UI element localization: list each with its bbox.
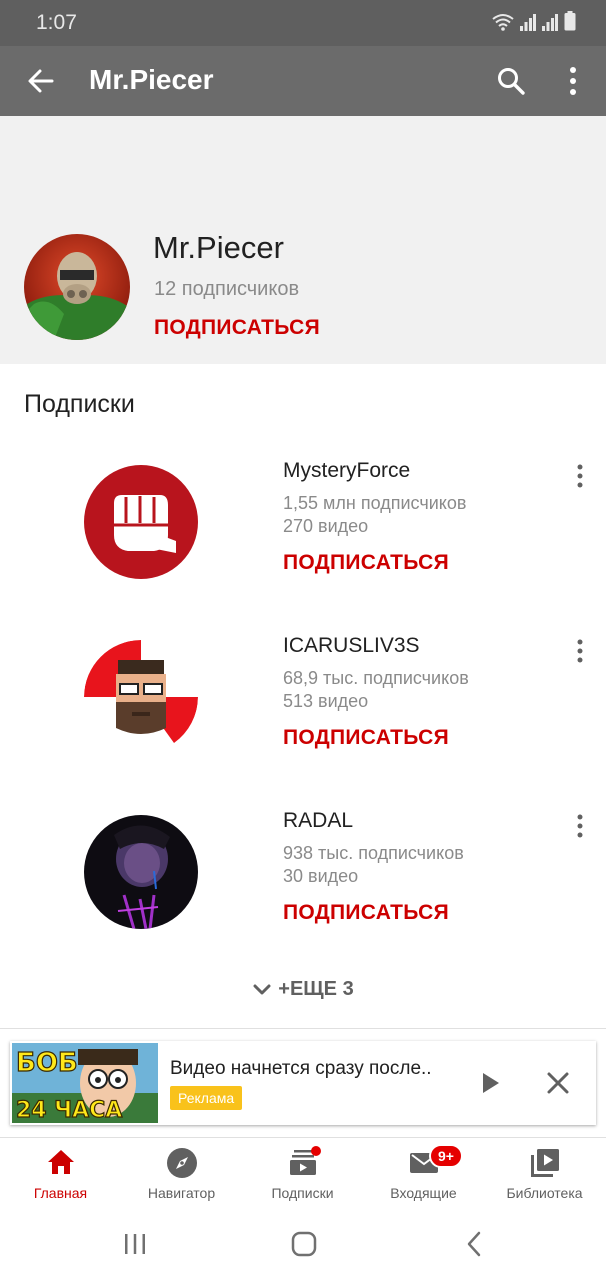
home-icon [47,1150,74,1174]
nav-label: Входящие [390,1185,457,1201]
wifi-icon [492,14,514,31]
new-content-dot [311,1146,321,1156]
inbox-badge: 9+ [429,1144,463,1168]
library-icon [530,1149,559,1177]
nav-item-subscriptions[interactable]: Подписки [242,1138,363,1208]
subscribe-button[interactable]: ПОДПИСАТЬСЯ [283,551,449,575]
chevron-down-icon [253,984,271,994]
recent-apps-icon[interactable] [122,1230,148,1258]
more-vert-icon[interactable] [570,636,590,666]
subscription-item[interactable]: RADAL 938 тыс. подписчиков 30 видео ПОДП… [0,797,606,967]
subscriptions-section-title: Подписки [24,390,135,418]
close-icon[interactable] [546,1071,570,1095]
channel-name: ICARUSLIV3S [283,634,420,657]
nav-item-library[interactable]: Библиотека [484,1138,605,1208]
battery-icon [564,11,576,31]
icaruslives-avatar[interactable] [84,640,198,754]
ad-title: Видео начнется сразу после.. [170,1058,432,1079]
subscribe-button[interactable]: ПОДПИСАТЬСЯ [283,726,449,750]
nav-label: Библиотека [506,1185,583,1201]
compass-icon [166,1148,197,1178]
search-icon[interactable] [496,66,526,96]
home-button-icon[interactable] [290,1230,318,1258]
divider [0,1028,606,1029]
ad-badge: Реклама [170,1086,243,1110]
bottom-navigation: Главная Навигатор Подписки 9+ Входящие Б… [0,1137,606,1207]
nav-label: Навигатор [147,1185,216,1201]
channel-name: MysteryForce [283,459,411,482]
signal-icon-2 [542,14,558,31]
ad-thumb-text-top: БОБ [16,1048,78,1078]
nav-item-inbox[interactable]: 9+ Входящие [363,1138,484,1208]
show-more-button[interactable]: +ЕЩЕ 3 [0,978,606,1012]
status-bar: 1:07 [0,0,606,46]
app-bar: Mr.Piecer [0,46,606,116]
subscriber-count: 938 тыс. подписчиков [283,843,464,863]
video-count: 270 видео [283,516,369,536]
channel-subscriber-count: 12 подписчиков [154,278,300,300]
video-count: 30 видео [283,866,359,886]
ad-miniplayer[interactable]: БОБ 24 ЧАСА Видео начнется сразу после..… [10,1041,596,1125]
subscriber-count: 68,9 тыс. подписчиков [283,668,469,688]
ad-thumbnail[interactable]: БОБ 24 ЧАСА [12,1043,158,1123]
radal-avatar[interactable] [84,815,198,929]
page-title: Mr.Piecer [89,64,214,95]
nav-item-home[interactable]: Главная [0,1138,121,1208]
subscription-item[interactable]: ICARUSLIV3S 68,9 тыс. подписчиков 513 ви… [0,622,606,792]
nav-label: Подписки [271,1185,334,1201]
back-arrow-icon[interactable] [26,66,56,96]
channel-name: Mr.Piecer [153,230,284,265]
channel-name: RADAL [283,809,354,832]
more-vert-icon[interactable] [570,811,590,841]
nav-item-explore[interactable]: Навигатор [121,1138,242,1208]
more-vert-icon[interactable] [560,66,586,96]
channel-subscribe-button[interactable]: ПОДПИСАТЬСЯ [154,316,320,340]
play-icon[interactable] [478,1071,502,1095]
show-more-label: +ЕЩЕ 3 [278,978,354,1000]
system-navigation-bar [0,1208,606,1280]
signal-icon [520,14,536,31]
subscribe-button[interactable]: ПОДПИСАТЬСЯ [283,901,449,925]
mysteryforce-avatar[interactable] [84,465,198,579]
channel-avatar[interactable] [24,234,130,340]
status-icons [492,11,576,31]
more-vert-icon[interactable] [570,461,590,491]
status-time: 1:07 [36,11,77,34]
back-nav-icon[interactable] [462,1230,486,1258]
subscription-item[interactable]: MysteryForce 1,55 млн подписчиков 270 ви… [0,447,606,617]
nav-label: Главная [33,1185,88,1201]
ad-thumb-text-bottom: 24 ЧАСА [16,1098,122,1123]
video-count: 513 видео [283,691,369,711]
channel-header: Mr.Piecer 12 подписчиков ПОДПИСАТЬСЯ [0,116,606,364]
subscriber-count: 1,55 млн подписчиков [283,493,467,513]
